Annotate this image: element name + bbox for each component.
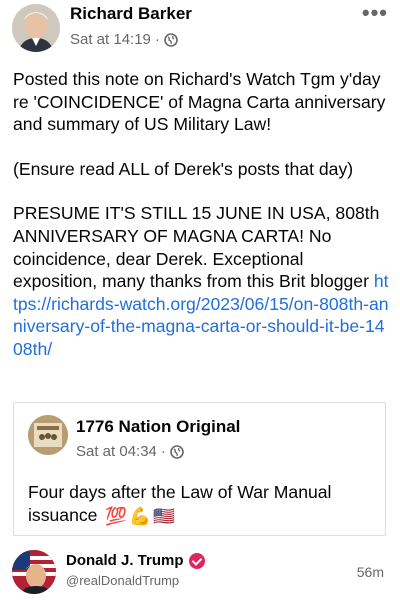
author-name[interactable]: Richard Barker xyxy=(70,4,192,24)
author-avatar[interactable] xyxy=(12,4,60,52)
post-body: Posted this note on Richard's Watch Tgm … xyxy=(13,68,391,361)
next-author-handle[interactable]: @realDonaldTrump xyxy=(66,573,179,588)
shared-post-card[interactable]: 1776 Nation Original Sat at 04:34 · Four… xyxy=(13,402,386,536)
shared-time[interactable]: Sat at 04:34 xyxy=(76,443,157,460)
next-author-avatar[interactable] xyxy=(12,550,56,594)
shared-meta: Sat at 04:34 · xyxy=(76,443,184,460)
meta-separator: · xyxy=(154,31,160,48)
hundred-points-emoji: 💯 xyxy=(105,505,128,526)
next-post-time: 56m xyxy=(356,564,384,580)
shared-author-avatar[interactable] xyxy=(28,415,68,455)
more-horizontal-icon[interactable]: ••• xyxy=(362,0,388,26)
shared-meta-separator: · xyxy=(160,443,166,460)
post-paragraph-2: (Ensure read ALL of Derek's posts that d… xyxy=(13,158,354,179)
next-author-name[interactable]: Donald J. Trump xyxy=(66,552,184,569)
post-paragraph-1: Posted this note on Richard's Watch Tgm … xyxy=(13,69,386,135)
flexed-biceps-emoji: 💪 xyxy=(129,505,152,526)
shared-author-name[interactable]: 1776 Nation Original xyxy=(76,417,240,437)
globe-icon xyxy=(164,32,178,47)
verified-badge-icon xyxy=(188,552,205,569)
emoji-row: 💯 💪 🇺🇸 xyxy=(105,505,175,528)
us-flag-emoji: 🇺🇸 xyxy=(153,505,176,526)
globe-icon xyxy=(170,444,184,459)
post-paragraph-3: PRESUME IT'S STILL 15 JUNE IN USA, 808th… xyxy=(13,202,391,360)
shared-text-body: Four days after the Law of War Manual is… xyxy=(28,482,332,525)
post-time[interactable]: Sat at 14:19 xyxy=(70,31,151,48)
post-paragraph-3-text: PRESUME IT'S STILL 15 JUNE IN USA, 808th… xyxy=(13,203,380,292)
post-meta: Sat at 14:19 · xyxy=(70,31,178,48)
next-post-header: Donald J. Trump @realDonaldTrump 56m xyxy=(0,546,400,600)
post-header: Richard Barker Sat at 14:19 · ••• xyxy=(0,0,400,62)
next-author-line: Donald J. Trump xyxy=(66,552,205,569)
shared-text: Four days after the Law of War Manual is… xyxy=(28,481,373,527)
